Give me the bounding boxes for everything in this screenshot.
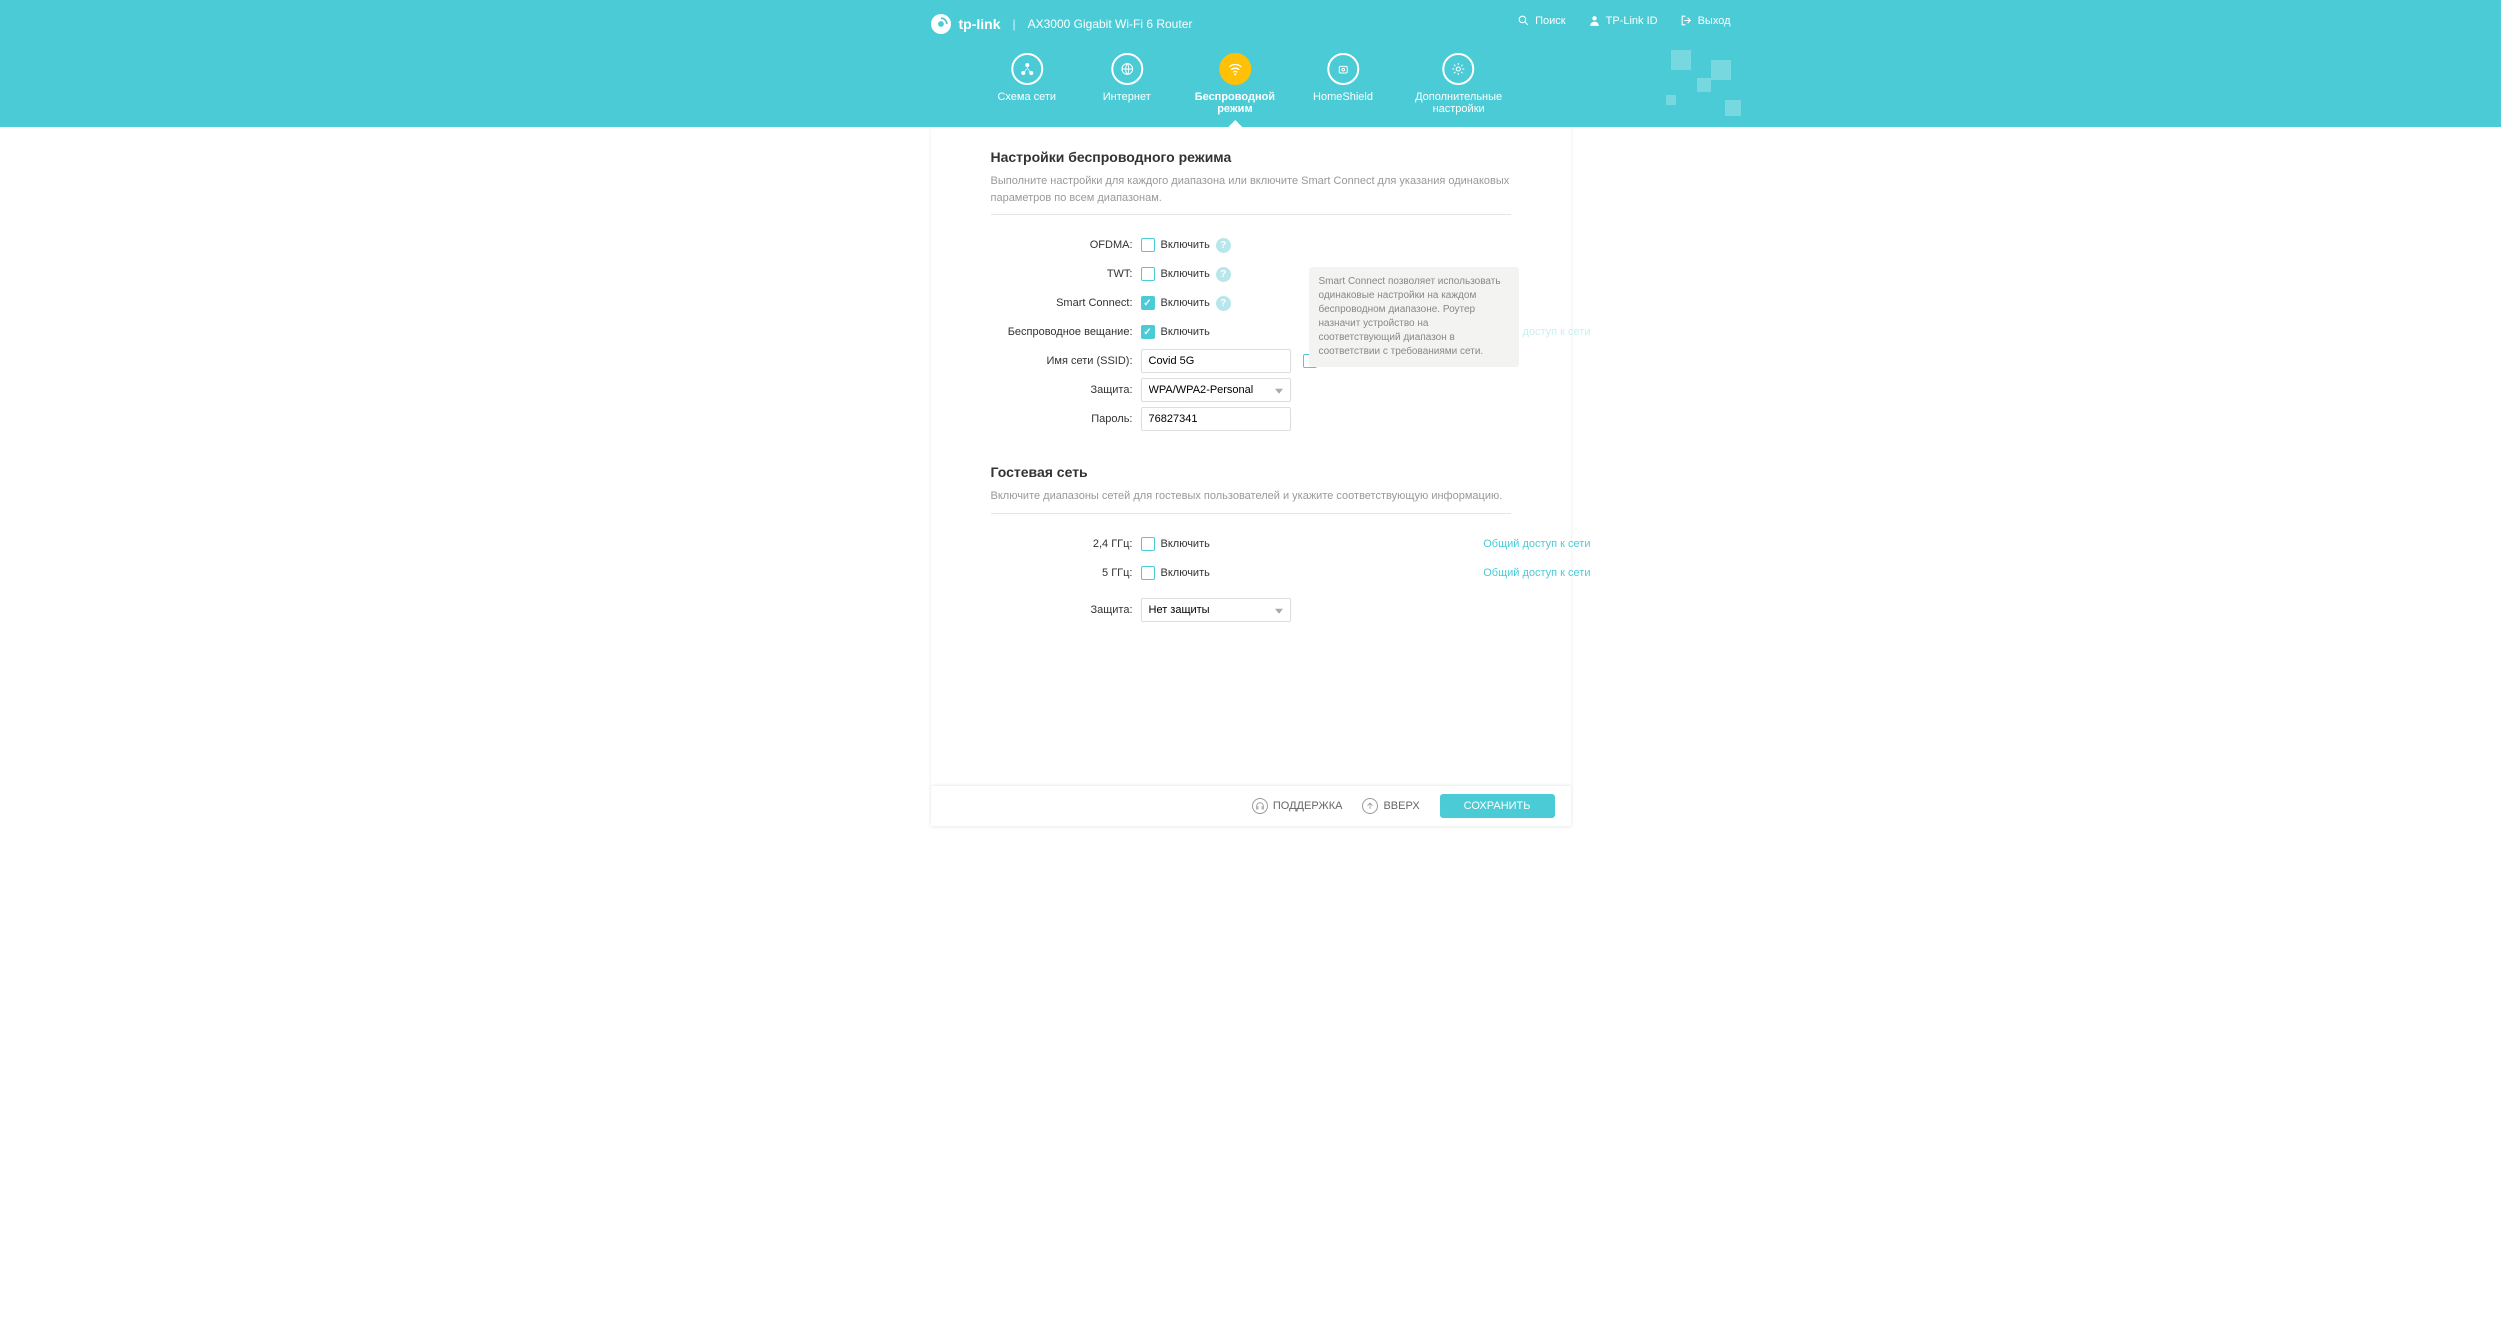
shield-icon: [1335, 61, 1351, 77]
row-ofdma: OFDMA: Включить ?: [991, 233, 1511, 257]
row-guest-security: Защита: Нет защиты: [991, 598, 1511, 622]
security-select[interactable]: WPA/WPA2-Personal: [1141, 378, 1291, 402]
help-icon[interactable]: ?: [1216, 267, 1231, 282]
smartconnect-checkbox[interactable]: [1141, 296, 1155, 310]
main-panel: Настройки беспроводного режима Выполните…: [931, 127, 1571, 787]
top-button[interactable]: ВВЕРХ: [1362, 798, 1419, 814]
help-icon[interactable]: ?: [1216, 296, 1231, 311]
search-icon: [1517, 14, 1530, 27]
share-link[interactable]: Общий доступ к сети: [1483, 538, 1590, 550]
wireless-desc: Выполните настройки для каждого диапазон…: [991, 173, 1511, 215]
password-input[interactable]: [1141, 407, 1291, 431]
support-button[interactable]: ПОДДЕРЖКА: [1252, 798, 1343, 814]
headset-icon: [1252, 798, 1268, 814]
nav-tabs: Схема сети Интернет Беспроводной режим H…: [997, 53, 1504, 127]
brand: tp-link | AX3000 Gigabit Wi-Fi 6 Router: [931, 14, 1193, 34]
footer-bar: ПОДДЕРЖКА ВВЕРХ СОХРАНИТЬ: [931, 786, 1571, 826]
logout-button[interactable]: Выход: [1680, 14, 1731, 27]
tab-advanced[interactable]: Дополнительные настройки: [1413, 53, 1504, 115]
gear-icon: [1451, 61, 1467, 77]
broadcast-checkbox[interactable]: [1141, 325, 1155, 339]
share-link[interactable]: Общий доступ к сети: [1483, 567, 1590, 579]
row-password: Пароль:: [991, 407, 1511, 431]
tab-homeshield[interactable]: HomeShield: [1313, 53, 1373, 115]
row-smartconnect: Smart Connect: Включить ? Smart Connect …: [991, 291, 1511, 315]
smartconnect-tooltip: Smart Connect позволяет использовать оди…: [1309, 267, 1519, 367]
tab-wireless[interactable]: Беспроводной режим: [1197, 53, 1273, 115]
guest-5-checkbox[interactable]: [1141, 566, 1155, 580]
user-icon: [1588, 14, 1601, 27]
model-text: AX3000 Gigabit Wi-Fi 6 Router: [1028, 17, 1193, 31]
top-header: tp-link | AX3000 Gigabit Wi-Fi 6 Router …: [0, 0, 2501, 127]
ofdma-checkbox[interactable]: [1141, 238, 1155, 252]
guest-title: Гостевая сеть: [991, 464, 1511, 480]
globe-icon: [1119, 61, 1135, 77]
logout-icon: [1680, 14, 1693, 27]
arrow-up-icon: [1362, 798, 1378, 814]
guest-24-checkbox[interactable]: [1141, 537, 1155, 551]
twt-checkbox[interactable]: [1141, 267, 1155, 281]
row-security: Защита: WPA/WPA2-Personal: [991, 378, 1511, 402]
top-right-links: Поиск TP-Link ID Выход: [1517, 14, 1730, 27]
help-icon[interactable]: ?: [1216, 238, 1231, 253]
row-guest-5: 5 ГГц: Включить Общий доступ к сети: [991, 561, 1511, 585]
guest-security-select[interactable]: Нет защиты: [1141, 598, 1291, 622]
guest-desc: Включите диапазоны сетей для гостевых по…: [991, 488, 1511, 514]
tab-network-map[interactable]: Схема сети: [997, 53, 1057, 115]
row-guest-24: 2,4 ГГц: Включить Общий доступ к сети: [991, 532, 1511, 556]
save-button[interactable]: СОХРАНИТЬ: [1440, 794, 1555, 818]
brand-logo-icon: [931, 14, 951, 34]
search-button[interactable]: Поиск: [1517, 14, 1565, 27]
wifi-icon: [1227, 61, 1243, 77]
brand-text: tp-link: [959, 16, 1001, 32]
tplink-id-button[interactable]: TP-Link ID: [1588, 14, 1658, 27]
tab-internet[interactable]: Интернет: [1097, 53, 1157, 115]
network-icon: [1019, 61, 1035, 77]
ssid-input[interactable]: [1141, 349, 1291, 373]
wireless-title: Настройки беспроводного режима: [991, 149, 1511, 165]
